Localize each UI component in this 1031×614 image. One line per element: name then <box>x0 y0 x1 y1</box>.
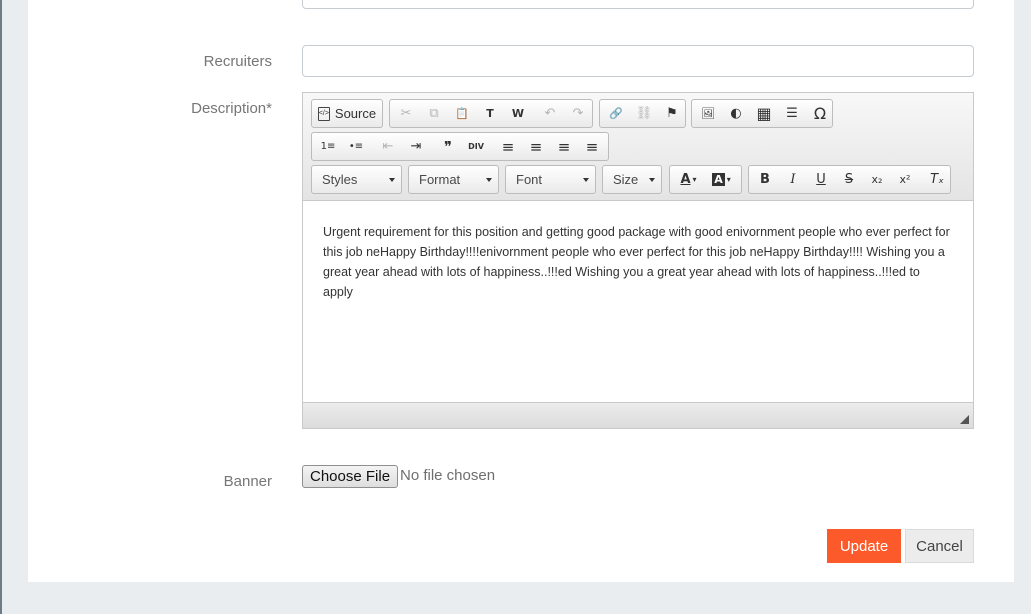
insert-group: 🖼 ◐ ▦ ☰ Ω <box>691 99 833 128</box>
recruiters-label: Recruiters <box>203 53 272 70</box>
chevron-down-icon <box>389 178 395 182</box>
banner-label: Banner <box>223 473 272 490</box>
source-button-label: Source <box>334 106 377 121</box>
background-color-glyph: A <box>712 173 725 186</box>
horizontal-line-icon[interactable]: ☰ <box>778 101 806 126</box>
text-color-icon[interactable]: A ▾ <box>672 167 705 192</box>
source-button[interactable]: </> Source <box>314 101 380 126</box>
link-icon[interactable]: 🔗 <box>602 101 630 126</box>
paste-from-word-icon[interactable]: W <box>504 101 532 126</box>
flash-icon[interactable]: ◐ <box>722 101 750 126</box>
font-dropdown-label: Font <box>516 172 543 187</box>
copy-icon[interactable]: ⧉ <box>420 101 448 126</box>
bulleted-list-icon[interactable]: •≡ <box>342 134 370 159</box>
outdent-icon[interactable]: ⇤ <box>374 134 402 159</box>
strikethrough-icon[interactable]: S <box>835 167 863 192</box>
chevron-down-icon: ▾ <box>726 175 731 184</box>
align-left-icon[interactable]: ≡ <box>494 134 522 159</box>
chevron-down-icon: ▾ <box>692 175 697 184</box>
special-character-icon[interactable]: Ω <box>806 101 834 126</box>
numbered-list-icon[interactable]: 1≡ <box>314 134 342 159</box>
rich-text-editor: </> Source ✂ ⧉ 📋 T W ↶ ↷ 🔗 ⛓ ⚑ 🖼 ◐ ▦ ☰ Ω… <box>302 92 974 429</box>
bold-icon[interactable]: B <box>751 167 779 192</box>
paste-text-icon[interactable]: T <box>476 101 504 126</box>
color-group: A ▾ A ▾ <box>669 165 742 194</box>
styles-dropdown-label: Styles <box>322 172 358 187</box>
source-icon: </> <box>317 106 330 121</box>
background-color-icon[interactable]: A ▾ <box>705 167 738 192</box>
indent-icon[interactable]: ⇥ <box>402 134 430 159</box>
paste-icon[interactable]: 📋 <box>448 101 476 126</box>
chevron-down-icon <box>649 178 655 182</box>
update-button[interactable]: Update <box>827 529 901 563</box>
font-dropdown[interactable]: Font <box>505 165 596 194</box>
format-dropdown[interactable]: Format <box>408 165 499 194</box>
blockquote-icon[interactable]: ❞ <box>434 134 462 159</box>
justify-icon[interactable]: ≡ <box>578 134 606 159</box>
size-dropdown[interactable]: Size <box>602 165 662 194</box>
form-card: Recruiters Description* </> Source ✂ ⧉ 📋… <box>28 0 1014 582</box>
recruiters-input[interactable] <box>302 45 974 77</box>
source-group: </> Source <box>311 99 383 128</box>
clipboard-group: ✂ ⧉ 📋 T W ↶ ↷ <box>389 99 593 128</box>
italic-icon[interactable]: I <box>779 167 807 192</box>
underline-icon[interactable]: U <box>807 167 835 192</box>
format-dropdown-label: Format <box>419 172 461 187</box>
text-color-glyph: A <box>680 172 691 187</box>
table-icon[interactable]: ▦ <box>750 101 778 126</box>
resize-handle-icon[interactable] <box>960 415 969 424</box>
description-label: Description* <box>191 100 272 117</box>
unlink-icon[interactable]: ⛓ <box>630 101 658 126</box>
styles-dropdown[interactable]: Styles <box>311 165 402 194</box>
choose-file-button[interactable]: Choose File <box>302 465 399 488</box>
paragraph-group: 1≡ •≡ ⇤ ⇥ ❞ DIV ≡ ≡ ≡ ≡ <box>311 132 609 161</box>
file-status-text: No file chosen <box>400 467 496 484</box>
undo-icon[interactable]: ↶ <box>536 101 564 126</box>
chevron-down-icon <box>583 178 589 182</box>
anchor-flag-icon[interactable]: ⚑ <box>658 101 686 126</box>
previous-field-input[interactable] <box>302 0 974 9</box>
editor-status-bar <box>303 402 973 428</box>
cut-icon[interactable]: ✂ <box>392 101 420 126</box>
redo-icon[interactable]: ↷ <box>564 101 592 126</box>
editor-content-area[interactable]: Urgent requirement for this position and… <box>303 202 973 401</box>
basic-styles-group: B I U S x₂ x² Tₓ <box>748 165 951 194</box>
align-right-icon[interactable]: ≡ <box>550 134 578 159</box>
superscript-icon[interactable]: x² <box>891 167 919 192</box>
link-group: 🔗 ⛓ ⚑ <box>599 99 686 128</box>
remove-format-icon[interactable]: Tₓ <box>923 167 951 192</box>
image-icon[interactable]: 🖼 <box>694 101 722 126</box>
editor-toolbar: </> Source ✂ ⧉ 📋 T W ↶ ↷ 🔗 ⛓ ⚑ 🖼 ◐ ▦ ☰ Ω… <box>303 93 973 201</box>
create-div-icon[interactable]: DIV <box>462 134 490 159</box>
cancel-button[interactable]: Cancel <box>905 529 974 563</box>
window-left-border <box>0 0 2 614</box>
size-dropdown-label: Size <box>613 172 639 187</box>
chevron-down-icon <box>486 178 492 182</box>
subscript-icon[interactable]: x₂ <box>863 167 891 192</box>
align-center-icon[interactable]: ≡ <box>522 134 550 159</box>
